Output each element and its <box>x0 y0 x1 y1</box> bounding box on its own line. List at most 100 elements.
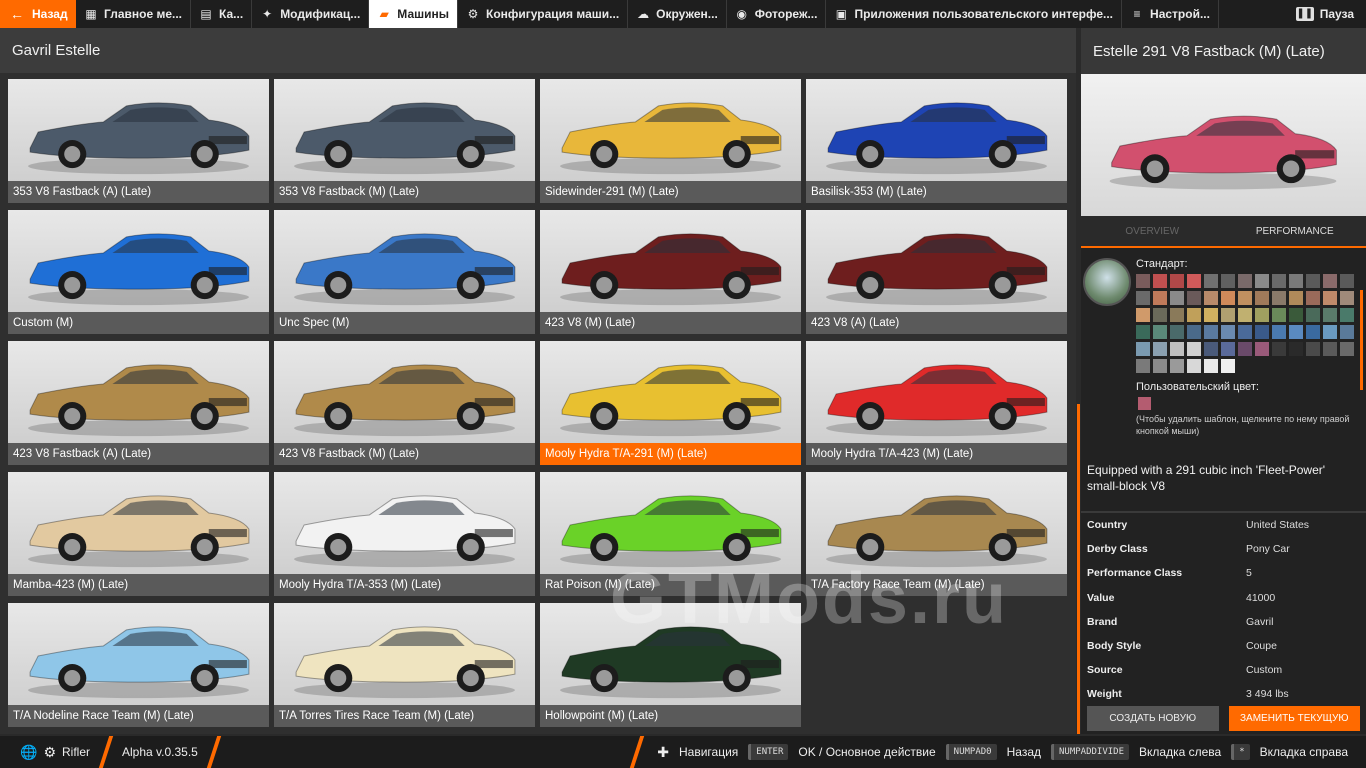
paint-swatch[interactable] <box>1306 342 1320 356</box>
paint-swatch[interactable] <box>1289 274 1303 288</box>
vehicle-tile[interactable]: Custom (M) <box>8 210 269 334</box>
paint-swatch[interactable] <box>1255 325 1269 339</box>
paint-swatch[interactable] <box>1153 291 1167 305</box>
paint-swatch[interactable] <box>1289 342 1303 356</box>
paint-swatch[interactable] <box>1136 291 1150 305</box>
paint-swatch[interactable] <box>1187 342 1201 356</box>
paint-swatch[interactable] <box>1323 342 1337 356</box>
paint-swatch[interactable] <box>1272 325 1286 339</box>
vehicle-tile[interactable]: 353 V8 Fastback (M) (Late) <box>274 79 535 203</box>
paint-swatch[interactable] <box>1323 325 1337 339</box>
vehicle-tile[interactable]: Sidewinder-291 (M) (Late) <box>540 79 801 203</box>
paint-swatch[interactable] <box>1323 274 1337 288</box>
vehicle-tile[interactable]: T/A Torres Tires Race Team (M) (Late) <box>274 603 535 727</box>
paint-swatch[interactable] <box>1153 274 1167 288</box>
nav-tab[interactable]: ◉ Фотореж... <box>727 0 827 28</box>
vehicle-tile[interactable]: Mooly Hydra T/A-423 (M) (Late) <box>806 341 1067 465</box>
paint-swatch[interactable] <box>1306 274 1320 288</box>
vehicle-tile[interactable]: Mooly Hydra T/A-291 (M) (Late) <box>540 341 801 465</box>
paint-swatch[interactable] <box>1255 291 1269 305</box>
paint-swatch[interactable] <box>1255 274 1269 288</box>
vehicle-tile[interactable]: 423 V8 Fastback (A) (Late) <box>8 341 269 465</box>
panel-scrollbar[interactable] <box>1360 290 1363 390</box>
paint-swatch[interactable] <box>1238 308 1252 322</box>
paint-swatch[interactable] <box>1187 308 1201 322</box>
vehicle-tile[interactable]: Mamba-423 (M) (Late) <box>8 472 269 596</box>
paint-swatch[interactable] <box>1221 325 1235 339</box>
paint-swatch[interactable] <box>1221 274 1235 288</box>
tab-performance[interactable]: PERFORMANCE <box>1224 216 1366 246</box>
paint-swatch[interactable] <box>1204 274 1218 288</box>
pause-button[interactable]: ❚❚ Пауза <box>1284 0 1366 28</box>
paint-swatch[interactable] <box>1340 274 1354 288</box>
nav-tab[interactable]: ≡ Настрой... <box>1122 0 1219 28</box>
vehicle-tile[interactable]: Hollowpoint (M) (Late) <box>540 603 801 727</box>
paint-swatch[interactable] <box>1204 325 1218 339</box>
paint-swatch[interactable] <box>1187 291 1201 305</box>
paint-swatch[interactable] <box>1340 308 1354 322</box>
paint-swatch[interactable] <box>1221 359 1235 373</box>
paint-swatch[interactable] <box>1238 274 1252 288</box>
custom-paint-swatch[interactable] <box>1138 397 1151 410</box>
vehicle-tile[interactable]: 423 V8 (M) (Late) <box>540 210 801 334</box>
vehicle-tile[interactable]: Unc Spec (M) <box>274 210 535 334</box>
vehicle-tile[interactable]: 423 V8 (A) (Late) <box>806 210 1067 334</box>
paint-swatch[interactable] <box>1221 291 1235 305</box>
nav-tab[interactable]: ⚙ Конфигурация маши... <box>458 0 629 28</box>
paint-swatch[interactable] <box>1136 359 1150 373</box>
paint-swatch[interactable] <box>1170 274 1184 288</box>
paint-swatch[interactable] <box>1238 342 1252 356</box>
paint-swatch[interactable] <box>1136 325 1150 339</box>
paint-swatch[interactable] <box>1272 342 1286 356</box>
paint-swatch[interactable] <box>1153 359 1167 373</box>
paint-swatch[interactable] <box>1170 342 1184 356</box>
paint-swatch[interactable] <box>1187 325 1201 339</box>
paint-swatch[interactable] <box>1204 342 1218 356</box>
vehicle-tile[interactable]: Mooly Hydra T/A-353 (M) (Late) <box>274 472 535 596</box>
nav-tab[interactable]: ▦ Главное ме... <box>76 0 192 28</box>
paint-swatch[interactable] <box>1238 325 1252 339</box>
nav-tab[interactable]: ▣ Приложения пользовательского интерфе... <box>826 0 1123 28</box>
paint-swatch[interactable] <box>1136 308 1150 322</box>
vehicle-tile[interactable]: 353 V8 Fastback (A) (Late) <box>8 79 269 203</box>
paint-swatch[interactable] <box>1153 342 1167 356</box>
paint-swatch[interactable] <box>1306 291 1320 305</box>
back-button[interactable]: ← Назад <box>0 0 76 28</box>
paint-swatch[interactable] <box>1153 325 1167 339</box>
paint-swatch[interactable] <box>1204 359 1218 373</box>
paint-swatch[interactable] <box>1289 325 1303 339</box>
paint-swatch[interactable] <box>1255 308 1269 322</box>
paint-swatch[interactable] <box>1306 308 1320 322</box>
paint-swatch[interactable] <box>1187 274 1201 288</box>
paint-swatch[interactable] <box>1272 308 1286 322</box>
vehicle-tile[interactable]: T/A Nodeline Race Team (M) (Late) <box>8 603 269 727</box>
vehicle-tile[interactable]: T/A Factory Race Team (M) (Late) <box>806 472 1067 596</box>
paint-swatch[interactable] <box>1170 359 1184 373</box>
vehicle-tile[interactable]: Basilisk-353 (M) (Late) <box>806 79 1067 203</box>
paint-swatch[interactable] <box>1136 342 1150 356</box>
paint-swatch[interactable] <box>1221 342 1235 356</box>
tab-overview[interactable]: OVERVIEW <box>1081 216 1224 246</box>
paint-swatch[interactable] <box>1221 308 1235 322</box>
paint-swatch[interactable] <box>1204 308 1218 322</box>
nav-tab[interactable]: ▰ Машины <box>369 0 458 28</box>
nav-tab[interactable]: ▤ Ка... <box>191 0 253 28</box>
nav-tab[interactable]: ☁ Окружен... <box>628 0 727 28</box>
paint-swatch[interactable] <box>1289 291 1303 305</box>
paint-swatch[interactable] <box>1323 308 1337 322</box>
paint-swatch[interactable] <box>1153 308 1167 322</box>
paint-swatch[interactable] <box>1272 274 1286 288</box>
paint-swatch[interactable] <box>1323 291 1337 305</box>
paint-swatch[interactable] <box>1340 342 1354 356</box>
create-new-button[interactable]: СОЗДАТЬ НОВУЮ <box>1087 706 1219 731</box>
paint-swatch[interactable] <box>1272 291 1286 305</box>
paint-swatch[interactable] <box>1187 359 1201 373</box>
paint-swatch[interactable] <box>1238 291 1252 305</box>
paint-swatch[interactable] <box>1170 325 1184 339</box>
paint-swatch[interactable] <box>1136 274 1150 288</box>
vehicle-tile[interactable]: 423 V8 Fastback (M) (Late) <box>274 341 535 465</box>
paint-swatch[interactable] <box>1204 291 1218 305</box>
paint-swatch[interactable] <box>1340 325 1354 339</box>
vehicle-tile[interactable]: Rat Poison (M) (Late) <box>540 472 801 596</box>
nav-tab[interactable]: ✦ Модификац... <box>252 0 370 28</box>
